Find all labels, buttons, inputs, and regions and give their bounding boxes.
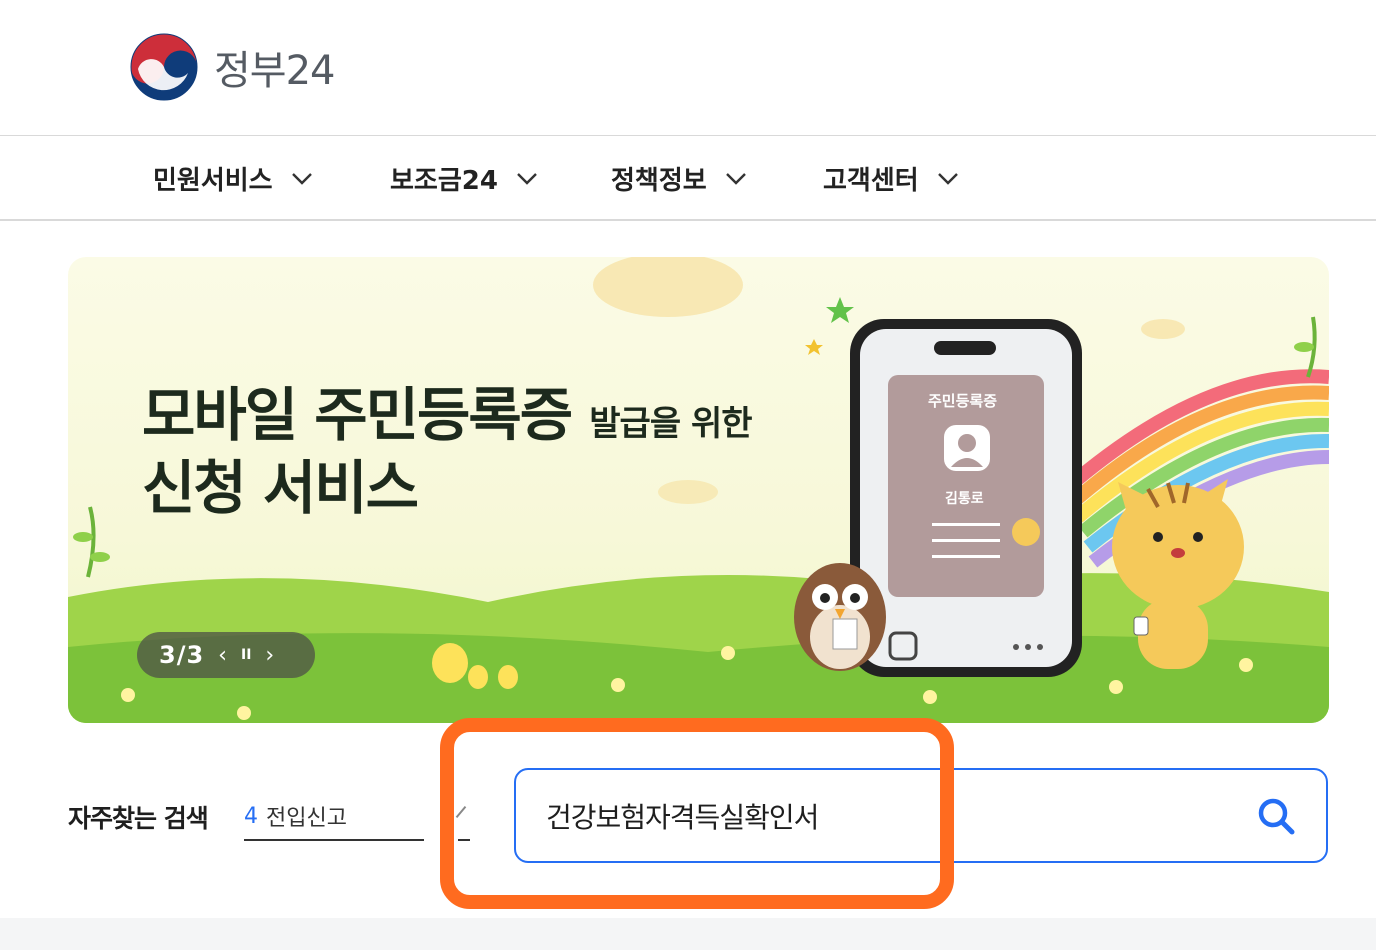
nav-item-label: 고객센터: [823, 166, 919, 196]
banner-title-line1: 모바일 주민등록증: [142, 381, 573, 449]
logo-text: 정부24: [214, 48, 335, 94]
card-name: 김통로: [945, 491, 984, 507]
chevron-down-icon: [517, 172, 537, 185]
nav-item-label: 보조금24: [390, 166, 498, 196]
nav-item-customer-center[interactable]: 고객센터: [823, 160, 959, 197]
government-emblem-icon: [130, 33, 198, 101]
page-footer-strip: [0, 918, 1376, 950]
faq-search-item[interactable]: 4 전입신고: [244, 793, 424, 841]
banner-pager: 3/3 ‹ II ›: [137, 632, 315, 678]
prev-slide-button[interactable]: ‹: [218, 643, 227, 668]
chevron-down-icon: [937, 172, 958, 185]
banner-page-count: 3/3: [159, 641, 205, 669]
card-title: 주민등록증: [928, 392, 998, 410]
nav-item-label: 민원서비스: [153, 166, 273, 196]
partial-glyph: [455, 805, 467, 819]
site-logo[interactable]: 정부24: [130, 33, 335, 101]
faq-search-label: 자주찾는 검색: [68, 804, 209, 833]
chevron-down-icon: [725, 172, 746, 185]
next-slide-button[interactable]: ›: [265, 643, 274, 668]
banner-title-small: 발급을 위한: [589, 404, 752, 444]
faq-search-item-partial[interactable]: [455, 793, 470, 841]
nav-item-label: 정책정보: [611, 166, 707, 196]
nav-item-policy-info[interactable]: 정책정보: [611, 160, 747, 197]
main-nav: 민원서비스 보조금24 정책정보 고객센터: [0, 136, 1376, 221]
pause-slide-button[interactable]: II: [241, 647, 251, 663]
banner-title-line2: 신청 서비스: [142, 453, 419, 522]
search-input[interactable]: [546, 792, 1226, 840]
nav-item-civil-services[interactable]: 민원서비스: [153, 160, 313, 197]
search-icon[interactable]: [1256, 796, 1296, 836]
promo-banner[interactable]: 모바일 주민등록증 발급을 위한 신청 서비스 주민등록증 김통로 3/3 ‹ …: [68, 257, 1329, 723]
faq-text: 전입신고: [266, 806, 347, 831]
search-box: [514, 768, 1328, 863]
site-header: 정부24: [0, 0, 1376, 136]
faq-rank: 4: [244, 803, 258, 829]
chevron-down-icon: [291, 172, 312, 185]
search-section: 자주찾는 검색 4 전입신고: [0, 723, 1376, 918]
banner-title: 모바일 주민등록증 발급을 위한 신청 서비스: [142, 379, 753, 524]
nav-item-subsidy[interactable]: 보조금24: [390, 160, 538, 197]
